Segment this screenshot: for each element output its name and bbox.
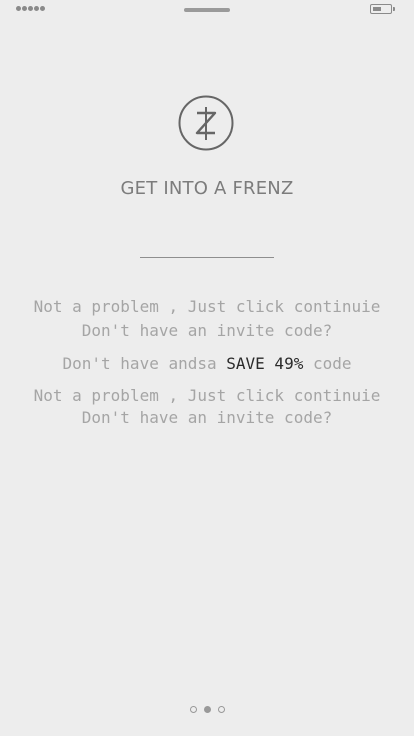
battery-icon (370, 4, 395, 14)
page-title: GET INTO A FRENZ (120, 178, 294, 199)
page-dot[interactable] (189, 706, 197, 713)
frenz-logo-icon (178, 95, 234, 151)
page-indicator (0, 706, 414, 713)
promo-prefix: Don't have andsa (62, 354, 227, 373)
page-dot[interactable] (217, 706, 225, 713)
promo-highlight: SAVE 49% (226, 354, 304, 373)
promo-suffix: code (303, 354, 352, 373)
info-text: Not a problem , Just click continuie (33, 386, 381, 405)
page-dot-active[interactable] (203, 706, 211, 713)
signal-strength-icon (16, 6, 45, 11)
promo-text: Don't have andsa SAVE 49% code (0, 352, 414, 376)
speaker-notch (184, 8, 230, 12)
status-bar (0, 0, 414, 20)
info-text: Don't have an invite code? (81, 321, 333, 340)
info-text: Don't have an invite code? (81, 408, 333, 427)
invite-code-input[interactable] (140, 257, 274, 258)
info-text: Not a problem , Just click continuie (33, 297, 381, 316)
